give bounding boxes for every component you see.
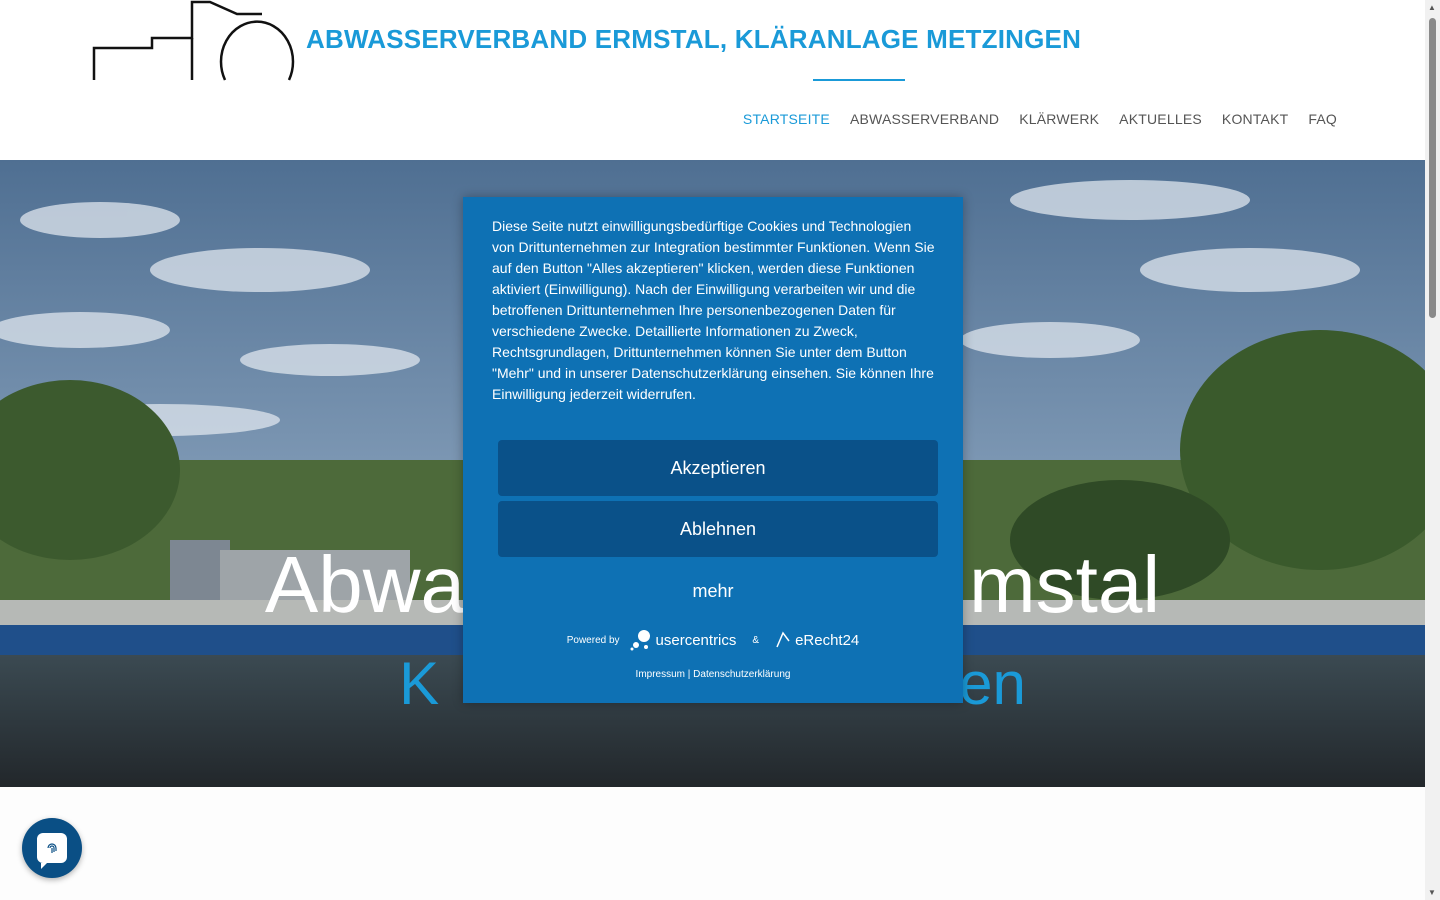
scrollbar[interactable]: ▲ ▼ xyxy=(1425,0,1440,900)
scroll-up-icon[interactable]: ▲ xyxy=(1428,3,1436,12)
usercentrics-logo[interactable]: usercentrics xyxy=(630,629,737,651)
erecht24-icon xyxy=(776,631,790,648)
site-title[interactable]: ABWASSERVERBAND ERMSTAL, KLÄRANLAGE METZ… xyxy=(306,24,1081,55)
accept-button[interactable]: Akzeptieren xyxy=(498,440,938,496)
powered-by-label: Powered by xyxy=(566,634,620,646)
scrollbar-thumb[interactable] xyxy=(1429,18,1436,318)
hero-title-right: mstal xyxy=(968,540,1161,629)
link-separator: | xyxy=(687,669,691,680)
nav-item-startseite[interactable]: STARTSEITE xyxy=(743,111,830,127)
nav-item-kontakt[interactable]: KONTAKT xyxy=(1222,111,1288,127)
erecht24-logo[interactable]: eRecht24 xyxy=(775,631,859,649)
privacy-settings-button[interactable] xyxy=(22,818,82,878)
powered-by: Powered by usercentrics & eRecht24 xyxy=(463,629,963,651)
nav-item-aktuelles[interactable]: AKTUELLES xyxy=(1119,111,1202,127)
main-nav: STARTSEITE ABWASSERVERBAND KLÄRWERK AKTU… xyxy=(743,111,1337,127)
nav-item-abwasserverband[interactable]: ABWASSERVERBAND xyxy=(850,111,999,127)
usercentrics-label: usercentrics xyxy=(655,631,737,649)
hero-sub-right: en xyxy=(959,650,1026,717)
active-nav-indicator xyxy=(813,79,905,81)
ampersand: & xyxy=(752,634,760,646)
more-button[interactable]: mehr xyxy=(463,581,963,602)
erecht24-label: eRecht24 xyxy=(795,631,860,649)
site-header: ABWASSERVERBAND ERMSTAL, KLÄRANLAGE METZ… xyxy=(0,0,1425,160)
cookie-consent-dialog: Diese Seite nutzt einwilligungsbedürftig… xyxy=(463,197,963,703)
site-logo[interactable] xyxy=(92,0,297,82)
privacy-link[interactable]: Datenschutzerklärung xyxy=(693,669,790,680)
fingerprint-icon xyxy=(37,833,67,869)
nav-item-klaerwerk[interactable]: KLÄRWERK xyxy=(1019,111,1099,127)
impressum-link[interactable]: Impressum xyxy=(636,669,685,680)
cookie-consent-text: Diese Seite nutzt einwilligungsbedürftig… xyxy=(492,218,935,402)
nav-item-faq[interactable]: FAQ xyxy=(1308,111,1337,127)
content-area xyxy=(0,787,1425,900)
dialog-links: Impressum | Datenschutzerklärung xyxy=(463,669,963,680)
scroll-down-icon[interactable]: ▼ xyxy=(1428,888,1436,897)
usercentrics-icon xyxy=(630,630,650,651)
hero-title-left: Abwa xyxy=(264,540,465,629)
deny-button[interactable]: Ablehnen xyxy=(498,501,938,557)
hero-sub-left: K xyxy=(399,650,440,717)
